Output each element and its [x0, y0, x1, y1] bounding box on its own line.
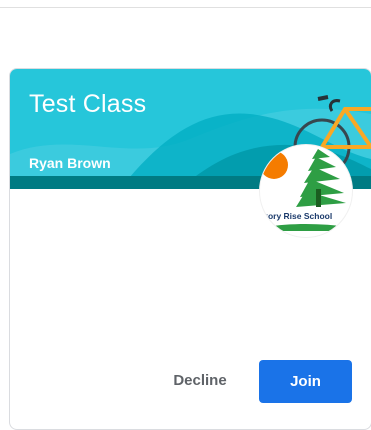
class-invite-card: Test Class Ryan Brown Hickory Rise Schoo…	[9, 68, 371, 430]
school-logo-avatar: Hickory Rise School	[260, 145, 352, 237]
join-button[interactable]: Join	[259, 360, 352, 403]
class-title[interactable]: Test Class	[29, 90, 146, 119]
school-logo-icon	[260, 149, 350, 231]
teacher-name: Ryan Brown	[29, 155, 111, 171]
top-divider	[0, 7, 371, 8]
school-logo-text: Hickory Rise School	[264, 211, 333, 221]
decline-button[interactable]: Decline	[160, 360, 240, 402]
